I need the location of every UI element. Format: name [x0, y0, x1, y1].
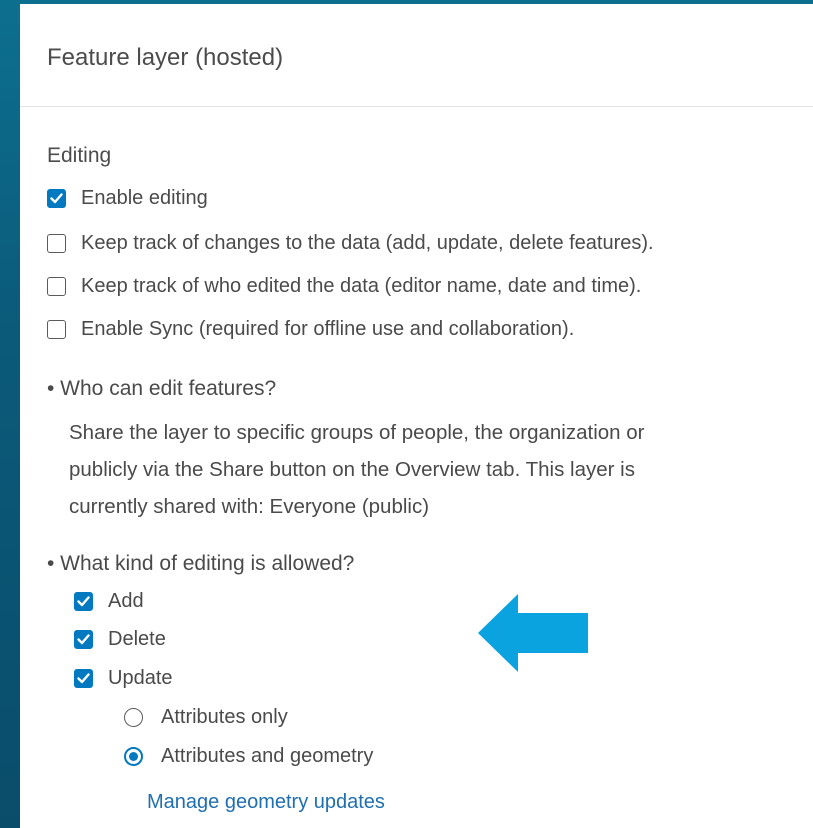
delete-option[interactable]: Delete [74, 628, 166, 651]
add-option[interactable]: Add [74, 590, 144, 613]
attributes-only-label: Attributes only [161, 706, 288, 728]
sharing-line: currently shared with: Everyone (public) [69, 495, 430, 518]
panel-header: Feature layer (hosted) [20, 4, 813, 107]
checkbox-checked-icon[interactable] [74, 630, 93, 649]
left-arrow-icon [478, 594, 590, 677]
enable-sync-label: Enable Sync (required for offline use an… [81, 318, 575, 340]
sharing-line: Share the layer to specific groups of pe… [69, 421, 645, 444]
track-editors-option[interactable]: Keep track of who edited the data (edito… [47, 275, 641, 298]
update-label: Update [108, 667, 173, 689]
checkbox-unchecked-icon[interactable] [47, 277, 66, 296]
track-changes-option[interactable]: Keep track of changes to the data (add, … [47, 232, 654, 255]
manage-geometry-updates-link[interactable]: Manage geometry updates [147, 791, 385, 814]
checkbox-unchecked-icon[interactable] [47, 234, 66, 253]
enable-editing-label: Enable editing [81, 187, 208, 209]
attributes-only-option[interactable]: Attributes only [124, 706, 288, 729]
enable-editing-option[interactable]: Enable editing [47, 187, 208, 210]
attributes-and-geometry-option[interactable]: Attributes and geometry [124, 745, 373, 768]
update-option[interactable]: Update [74, 667, 173, 690]
track-editors-label: Keep track of who edited the data (edito… [81, 275, 642, 297]
checkbox-checked-icon[interactable] [47, 189, 66, 208]
who-can-edit-question: • Who can edit features? [47, 377, 277, 400]
checkbox-unchecked-icon[interactable] [47, 320, 66, 339]
delete-label: Delete [108, 628, 166, 650]
panel-title: Feature layer (hosted) [47, 44, 284, 71]
attributes-and-geometry-label: Attributes and geometry [161, 745, 374, 767]
radio-selected-icon[interactable] [124, 747, 143, 766]
track-changes-label: Keep track of changes to the data (add, … [81, 232, 654, 254]
add-label: Add [108, 590, 144, 612]
checkbox-checked-icon[interactable] [74, 669, 93, 688]
checkbox-checked-icon[interactable] [74, 592, 93, 611]
sharing-line: publicly via the Share button on the Ove… [69, 458, 635, 481]
settings-panel: Feature layer (hosted) Editing Enable ed… [20, 4, 813, 828]
editing-allowed-question: • What kind of editing is allowed? [47, 552, 355, 575]
editing-section-title: Editing [47, 144, 112, 167]
enable-sync-option[interactable]: Enable Sync (required for offline use an… [47, 318, 574, 341]
sharing-description: Share the layer to specific groups of pe… [69, 414, 813, 525]
radio-unselected-icon[interactable] [124, 708, 143, 727]
